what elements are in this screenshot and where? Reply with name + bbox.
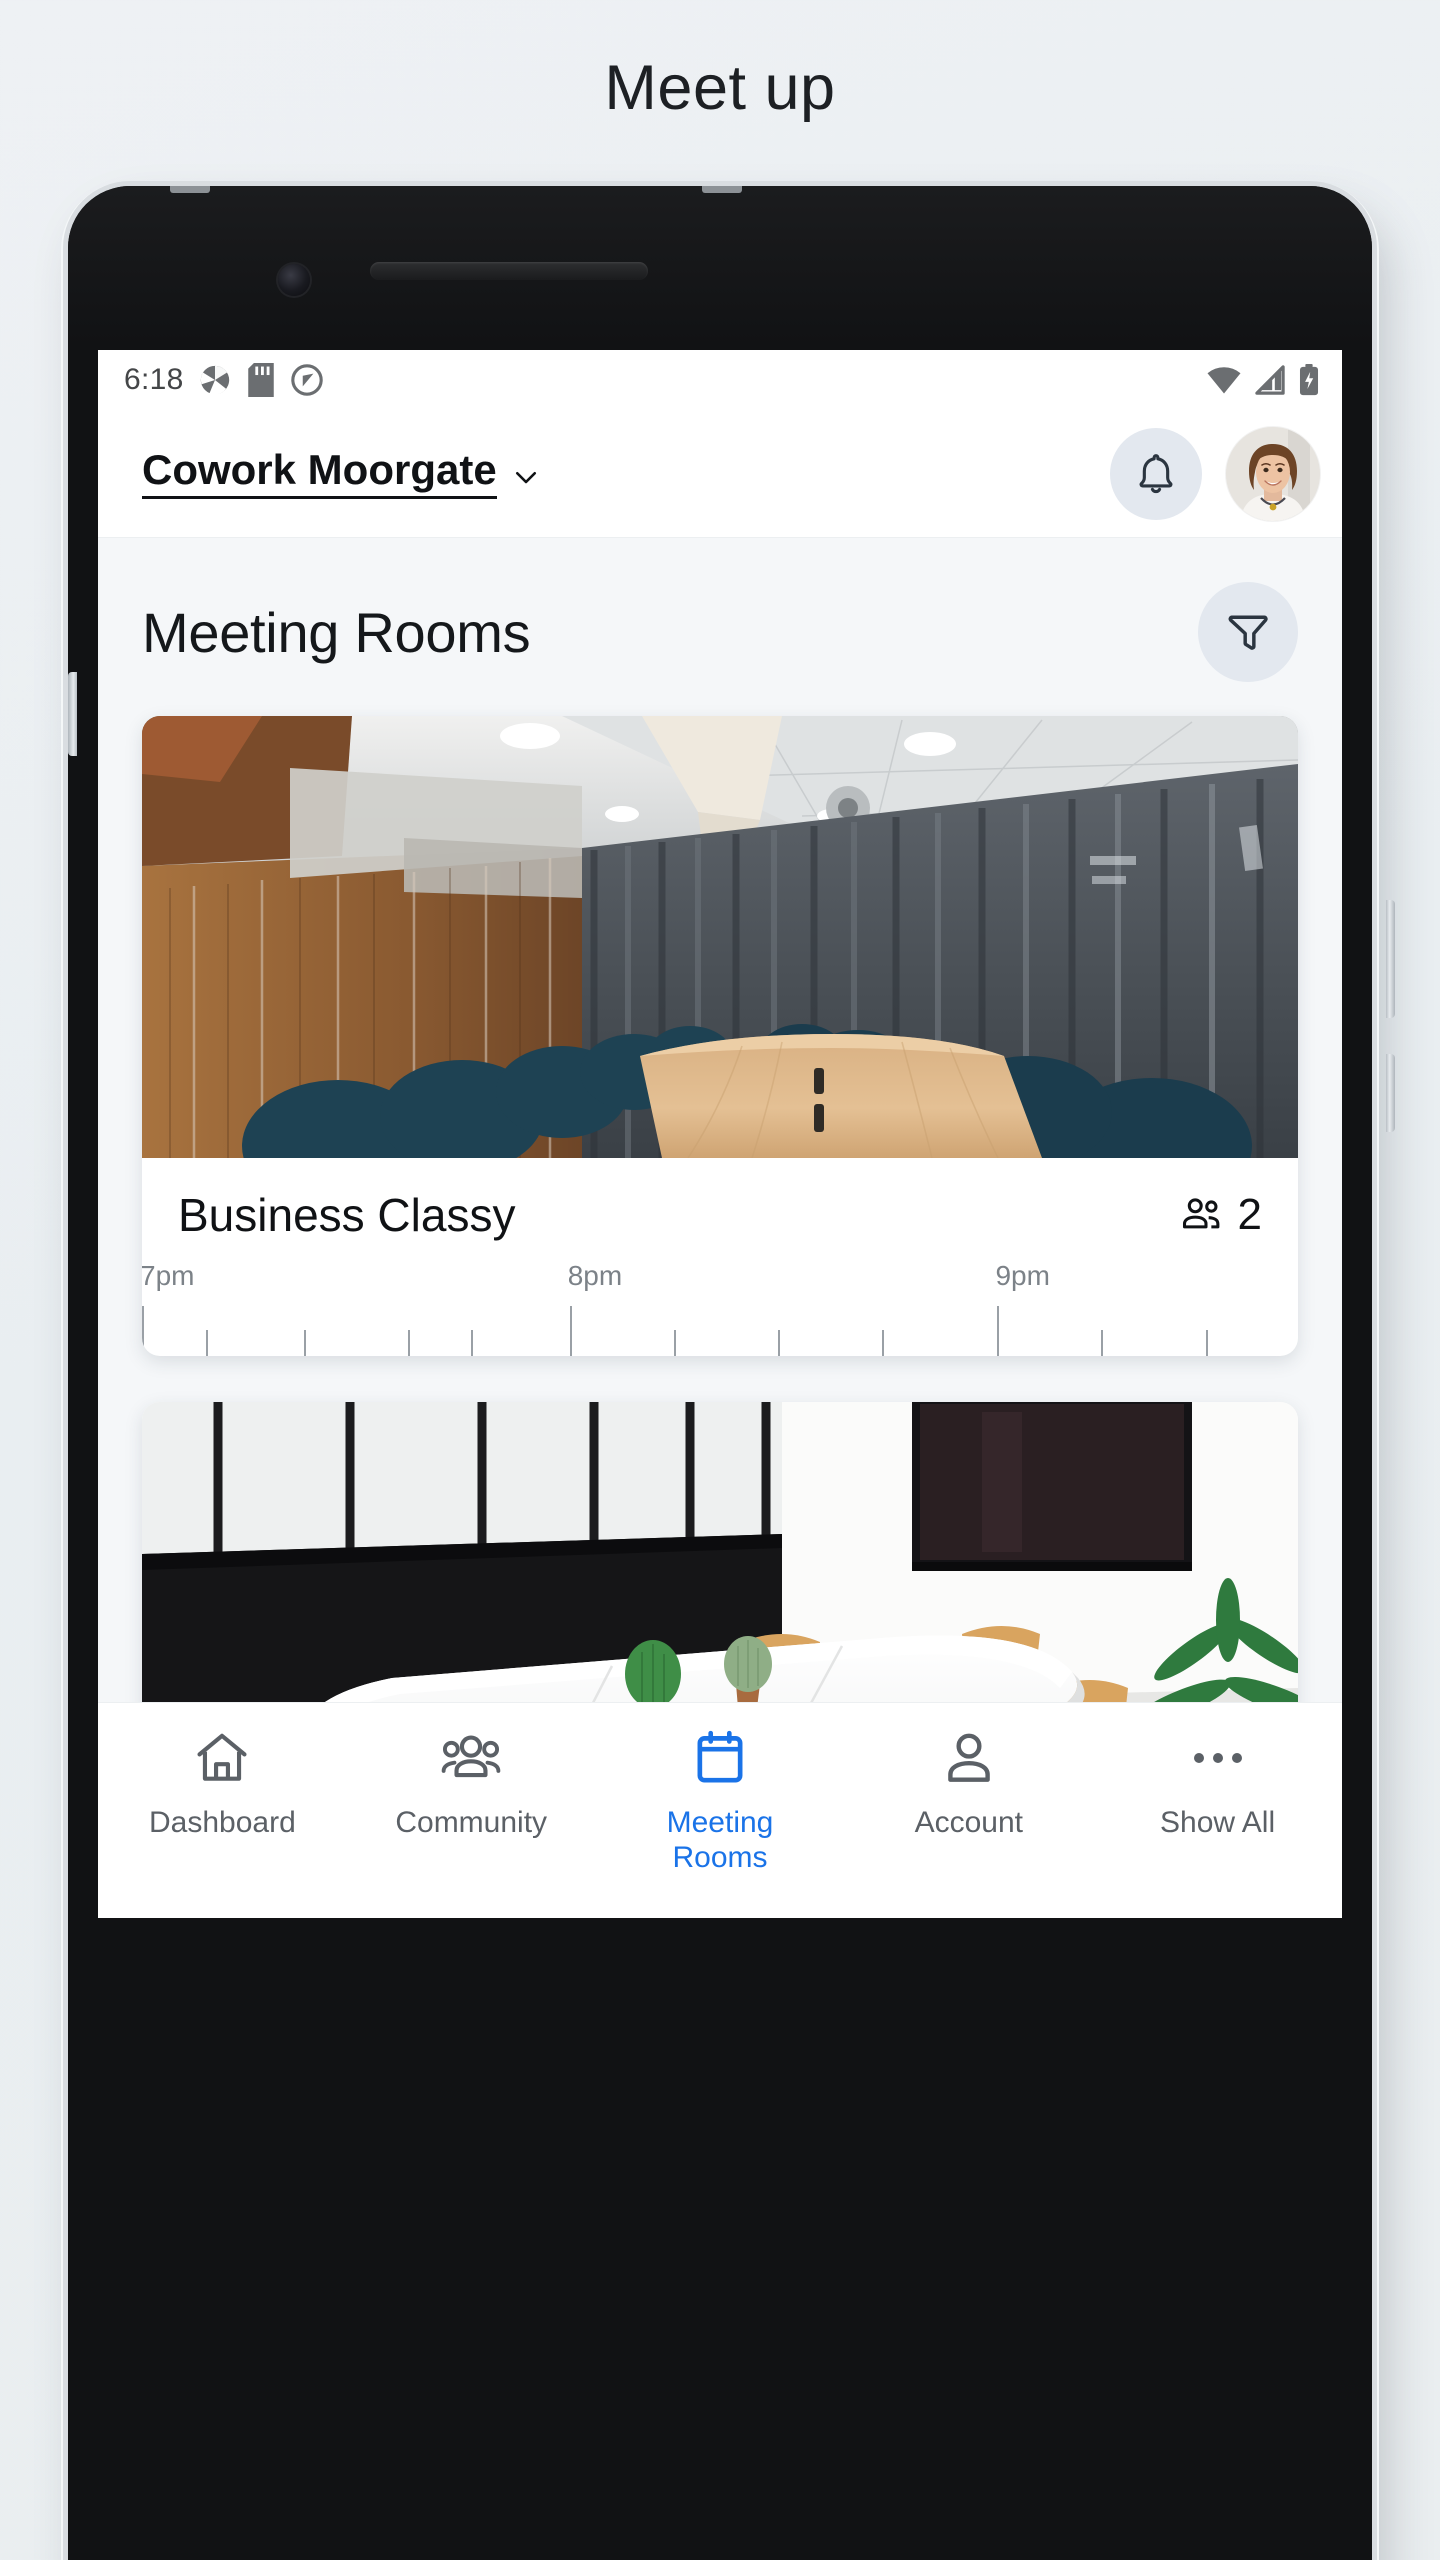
earpiece-speaker	[370, 262, 648, 280]
screen-capture-icon	[290, 363, 324, 397]
timeline-label: 8pm	[567, 1260, 623, 1291]
timeline-tick-minor	[1101, 1330, 1104, 1356]
status-icons-right	[1206, 364, 1320, 396]
sd-card-icon	[247, 363, 274, 397]
room-photo-business-classy	[142, 716, 1298, 1158]
filter-button[interactable]	[1198, 582, 1298, 682]
status-bar: 6:18	[98, 350, 1342, 410]
timeline-tick-minor	[303, 1330, 306, 1356]
avatar[interactable]	[1226, 426, 1320, 521]
phone-screen: 6:18 Cowork Moorgate Meeting Rooms Busin…	[98, 350, 1342, 1702]
front-camera	[278, 264, 310, 296]
power-button[interactable]	[68, 672, 77, 756]
nav-item-show-all[interactable]: Show All	[1093, 1727, 1342, 1840]
bezel-notch-right	[702, 186, 742, 193]
nav-item-account[interactable]: Account	[844, 1727, 1093, 1840]
main-content: Meeting Rooms Business Classy 2 7pm 8pm …	[98, 538, 1342, 1702]
notifications-button[interactable]	[1110, 427, 1202, 520]
room-card-list: Business Classy 2 7pm 8pm 9pm	[98, 716, 1342, 1702]
filter-icon	[1222, 606, 1274, 658]
phone-device-mockup: 6:18 Cowork Moorgate Meeting Rooms Busin…	[52, 186, 1395, 2560]
nav-item-meeting-rooms[interactable]: Meeting Rooms	[596, 1727, 845, 1876]
timeline-labels: 7pm 8pm 9pm	[142, 1260, 1298, 1306]
timeline-tick-major	[142, 1306, 144, 1356]
status-time: 6:18	[124, 363, 184, 396]
home-icon	[191, 1727, 253, 1789]
battery-charging-icon	[1298, 364, 1320, 396]
bottom-navigation: Dashboard Community Meeting Rooms Accoun…	[98, 1702, 1342, 1918]
timeline-label: 9pm	[995, 1260, 1050, 1291]
timeline-tick-minor	[1205, 1330, 1208, 1356]
timeline-tick-minor	[881, 1330, 884, 1356]
status-icons-left	[198, 363, 324, 397]
page-section-title: Meeting Rooms	[142, 600, 531, 664]
volume-down-button[interactable]	[1386, 1054, 1395, 1132]
location-selector[interactable]: Cowork Moorgate	[142, 448, 541, 499]
timeline-tick-minor	[471, 1330, 474, 1356]
people-icon	[437, 1727, 505, 1789]
bell-icon	[1131, 449, 1181, 499]
nav-label: Account	[914, 1806, 1023, 1839]
nav-label: Show All	[1160, 1806, 1276, 1839]
timeline-tick-minor	[407, 1330, 410, 1356]
cellular-signal-icon	[1254, 365, 1286, 395]
app-bar: Cowork Moorgate	[98, 410, 1342, 538]
timeline-tick-major	[997, 1306, 1000, 1356]
room-availability-timeline[interactable]: 7pm 8pm 9pm	[142, 1260, 1298, 1356]
room-card[interactable]: Business Classy 2 7pm 8pm 9pm	[142, 716, 1298, 1356]
phone-body: 6:18 Cowork Moorgate Meeting Rooms Busin…	[68, 186, 1395, 2560]
room-name: Business Classy	[178, 1189, 516, 1241]
room-capacity: 2	[1178, 1190, 1262, 1240]
person-icon	[938, 1727, 1000, 1789]
room-card[interactable]	[142, 1402, 1298, 1702]
room-photo-second	[142, 1402, 1298, 1702]
nav-item-community[interactable]: Community	[347, 1727, 596, 1840]
nav-label: Meeting Rooms	[666, 1806, 774, 1875]
calendar-icon	[689, 1727, 751, 1789]
app-bar-actions	[1110, 426, 1320, 521]
nav-label: Dashboard	[149, 1806, 296, 1839]
timeline-ticks	[142, 1306, 1298, 1356]
wifi-icon	[1206, 365, 1242, 395]
room-info-row: Business Classy 2	[142, 1158, 1298, 1260]
timeline-tick-minor	[205, 1330, 208, 1356]
timeline-tick-minor	[673, 1330, 676, 1356]
chevron-down-icon	[511, 462, 541, 492]
section-header: Meeting Rooms	[98, 538, 1342, 716]
nav-item-dashboard[interactable]: Dashboard	[98, 1727, 347, 1840]
nav-label: Community	[395, 1806, 548, 1839]
volume-up-button[interactable]	[1386, 900, 1395, 1018]
page-title: Meet up	[604, 53, 836, 123]
timeline-label: 7pm	[142, 1260, 195, 1291]
camera-shutter-icon	[198, 363, 232, 397]
location-name: Cowork Moorgate	[142, 448, 497, 499]
timeline-tick-minor	[777, 1330, 780, 1356]
bezel-notch-left	[170, 186, 210, 193]
ellipsis-icon	[1187, 1727, 1249, 1789]
people-icon	[1178, 1192, 1224, 1238]
room-capacity-count: 2	[1237, 1190, 1262, 1239]
timeline-tick-major	[569, 1306, 572, 1356]
